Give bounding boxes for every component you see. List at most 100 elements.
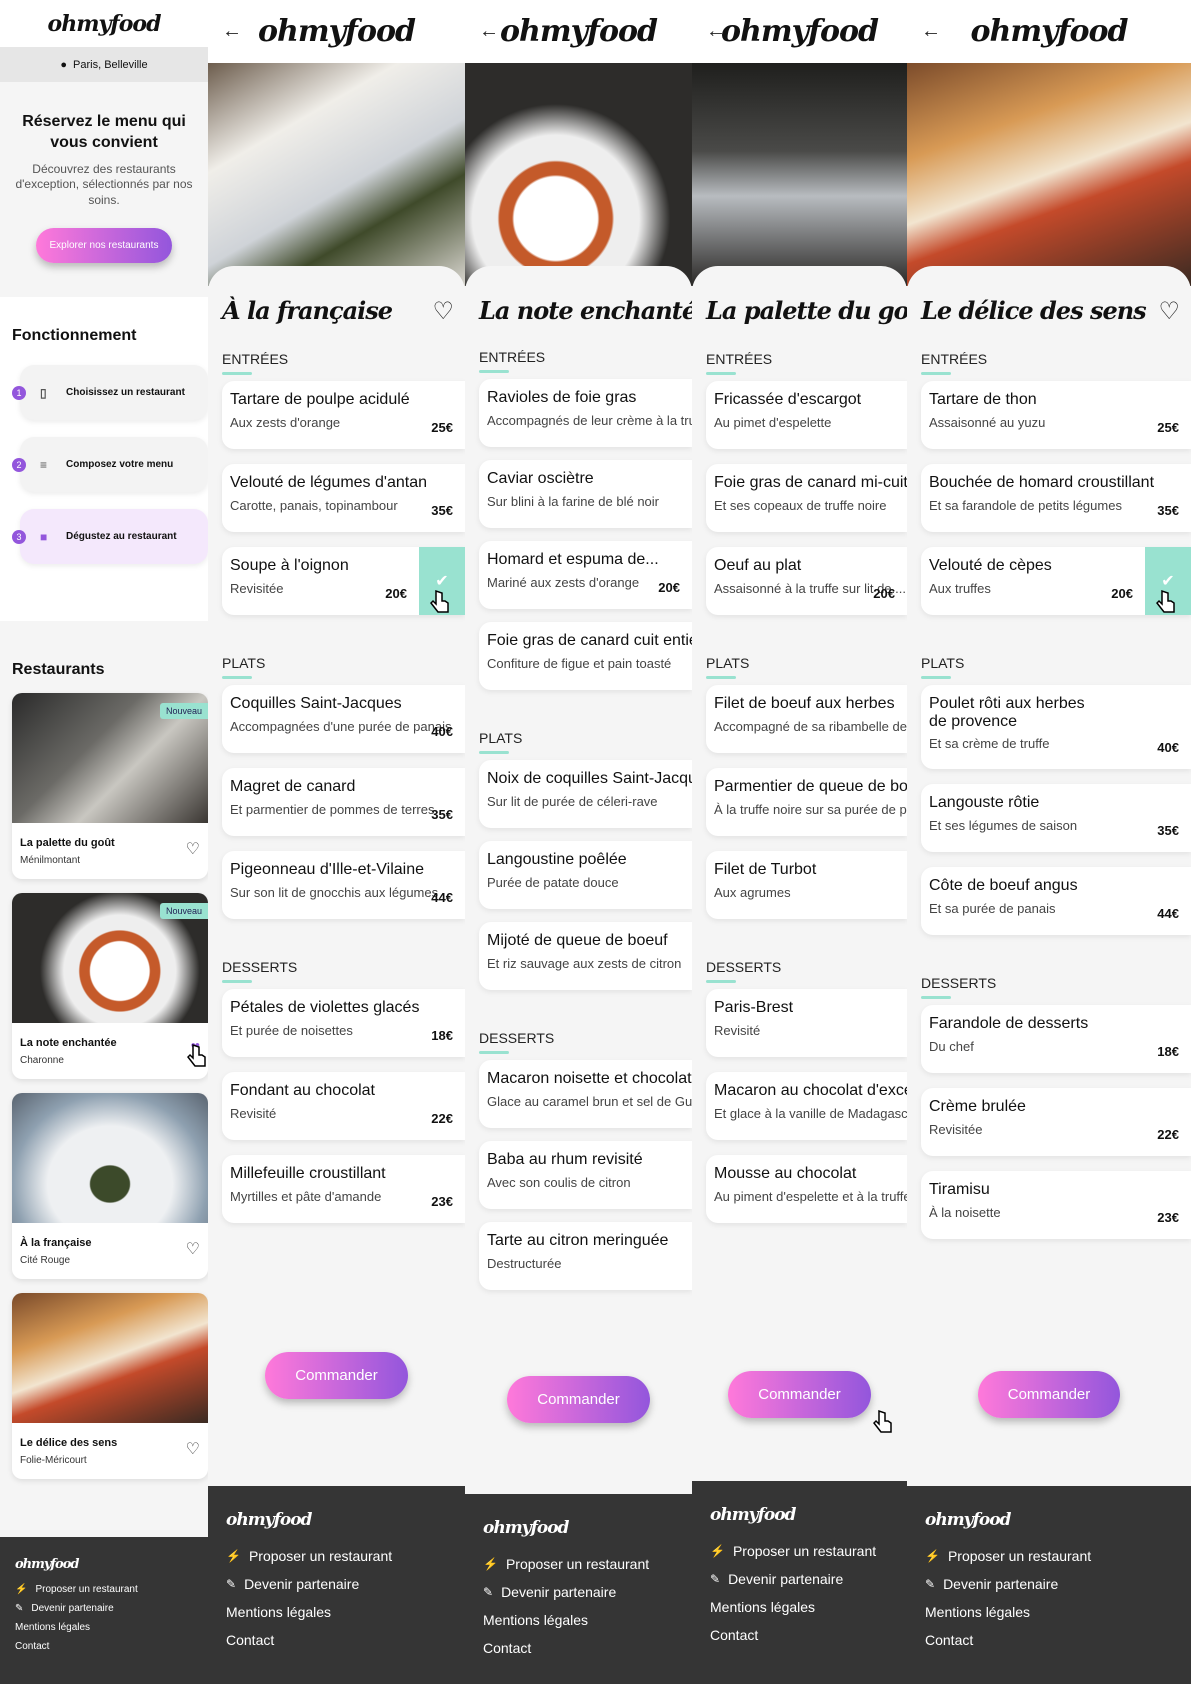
dish-card[interactable]: Tartare de thon Assaisonné au yuzu 25€ bbox=[921, 381, 1191, 449]
dish-description: Revisité bbox=[714, 1023, 761, 1039]
dish-card[interactable]: Millefeuille croustillant Myrtilles et pâ… bbox=[222, 1155, 465, 1223]
dish-card[interactable]: Filet de Turbot Aux agrumes bbox=[706, 851, 907, 919]
dish-card[interactable]: Langoustine poêlée Purée de patate douce bbox=[479, 841, 692, 909]
dish-card[interactable]: Parmentier de queue de boeuf À la truffe … bbox=[706, 768, 907, 836]
restaurant-card[interactable]: Nouveau La palette du goût Ménilmontant … bbox=[12, 693, 208, 879]
order-button[interactable]: Commander bbox=[265, 1352, 408, 1399]
logo[interactable]: ohmyfood bbox=[465, 14, 692, 49]
dish-card[interactable]: Velouté de cèpes Aux truffes 20€ ✔ bbox=[921, 547, 1191, 615]
back-arrow-icon[interactable]: ← bbox=[222, 20, 242, 43]
heart-icon[interactable]: ♡ bbox=[186, 839, 200, 859]
dish-card[interactable]: Langouste rôtie Et ses légumes de saison 3… bbox=[921, 784, 1191, 852]
footer-link[interactable]: Contact bbox=[710, 1627, 907, 1643]
dish-card[interactable]: Tartare de poulpe acidulé Aux zests d'ora… bbox=[222, 381, 465, 449]
section-title: DESSERTS bbox=[921, 975, 1191, 999]
footer-logo[interactable]: ohmyfood bbox=[226, 1510, 465, 1530]
dish-card[interactable]: Pétales de violettes glacés Et purée de n… bbox=[222, 989, 465, 1057]
dish-card[interactable]: Foie gras de canard mi-cuit Et ses copeau… bbox=[706, 464, 907, 532]
footer-link[interactable]: Contact bbox=[925, 1632, 1191, 1648]
footer-link[interactable]: Mentions légales bbox=[15, 1622, 208, 1633]
footer-link[interactable]: ✎ Devenir partenaire bbox=[226, 1576, 465, 1592]
dish-card[interactable]: Magret de canard Et parmentier de pommes … bbox=[222, 768, 465, 836]
dish-card[interactable]: Poulet rôti aux herbes de provence Et sa … bbox=[921, 685, 1191, 769]
footer-link[interactable]: ⚡ Proposer un restaurant bbox=[226, 1548, 465, 1564]
dish-price: 23€ bbox=[431, 1194, 453, 1209]
footer-link[interactable]: ⚡ Proposer un restaurant bbox=[925, 1548, 1191, 1564]
heart-icon[interactable]: ♡ bbox=[186, 1239, 200, 1259]
footer-link[interactable]: ✎ Devenir partenaire bbox=[15, 1603, 208, 1614]
dish-card[interactable]: Caviar osciètre Sur blini à la farine de … bbox=[479, 460, 692, 528]
footer-link[interactable]: Contact bbox=[483, 1640, 692, 1656]
handshake-icon: ✎ bbox=[925, 1577, 936, 1591]
dish-card[interactable]: Bouchée de homard croustillant Et sa fara… bbox=[921, 464, 1191, 532]
restaurant-card[interactable]: À la française Cité Rouge ♡ bbox=[12, 1093, 208, 1279]
footer-logo[interactable]: ohmyfood bbox=[483, 1518, 692, 1538]
dish-card[interactable]: Filet de boeuf aux herbes Accompagné de s… bbox=[706, 685, 907, 753]
back-arrow-icon[interactable]: ← bbox=[706, 20, 726, 43]
footer-link[interactable]: Mentions légales bbox=[710, 1599, 907, 1615]
footer-link[interactable]: ⚡ Proposer un restaurant bbox=[710, 1543, 907, 1559]
dish-card[interactable]: Oeuf au plat Assaisonné à la truffe sur l… bbox=[706, 547, 907, 615]
logo[interactable]: ohmyfood bbox=[48, 11, 162, 37]
dish-card[interactable]: Tiramisu À la noisette 23€ bbox=[921, 1171, 1191, 1239]
dish-card[interactable]: Macaron noisette et chocolat Glace au car… bbox=[479, 1060, 692, 1128]
hero-title: Réservez le menu qui vous convient bbox=[22, 113, 186, 151]
heart-icon[interactable]: ♡ bbox=[1158, 297, 1179, 325]
dish-card[interactable]: Paris-Brest Revisité bbox=[706, 989, 907, 1057]
dish-name: Foie gras de canard mi-cuit bbox=[714, 474, 907, 491]
dish-card[interactable]: Farandole de desserts Du chef 18€ bbox=[921, 1005, 1191, 1073]
dish-card[interactable]: Côte de boeuf angus Et sa purée de panais… bbox=[921, 867, 1191, 935]
order-button[interactable]: Commander bbox=[507, 1376, 650, 1423]
restaurant-card[interactable]: Nouveau La note enchantée Charonne ♥ bbox=[12, 893, 208, 1079]
dish-card[interactable]: Fondant au chocolat Revisité 22€ bbox=[222, 1072, 465, 1140]
dish-card[interactable]: Velouté de légumes d'antan Carotte, panai… bbox=[222, 464, 465, 532]
restaurant-card[interactable]: Le délice des sens Folie-Méricourt ♡ bbox=[12, 1293, 208, 1479]
how-title: Fonctionnement bbox=[12, 327, 137, 344]
footer-link[interactable]: ✎ Devenir partenaire bbox=[710, 1571, 907, 1587]
footer-link-label: Mentions légales bbox=[226, 1604, 332, 1620]
step-label: Composez votre menu bbox=[66, 459, 174, 470]
heart-icon[interactable]: ♡ bbox=[432, 297, 453, 325]
dish-card[interactable]: Coquilles Saint-Jacques Accompagnées d'un… bbox=[222, 685, 465, 753]
back-arrow-icon[interactable]: ← bbox=[921, 20, 941, 43]
header: ohmyfood bbox=[0, 0, 208, 47]
footer-logo[interactable]: ohmyfood bbox=[15, 1557, 208, 1572]
logo[interactable]: ohmyfood bbox=[208, 14, 465, 49]
dish-card[interactable]: Tarte au citron meringuée Destructurée bbox=[479, 1222, 692, 1290]
order-button[interactable]: Commander bbox=[728, 1371, 871, 1418]
dish-card[interactable]: Mousse au chocolat Au piment d'espelette … bbox=[706, 1155, 907, 1223]
footer-link[interactable]: ⚡ Proposer un restaurant bbox=[483, 1556, 692, 1572]
dish-card[interactable]: Noix de coquilles Saint-Jacques Sur lit d… bbox=[479, 760, 692, 828]
footer-logo[interactable]: ohmyfood bbox=[710, 1505, 907, 1525]
hero: Réservez le menu qui vous convient Décou… bbox=[0, 82, 208, 297]
footer-link[interactable]: Contact bbox=[15, 1641, 208, 1652]
dish-price: 44€ bbox=[431, 890, 453, 905]
dish-card[interactable]: Mijoté de queue de boeuf Et riz sauvage a… bbox=[479, 922, 692, 990]
dish-card[interactable]: Soupe à l'oignon Revisitée 20€ ✔ bbox=[222, 547, 465, 615]
footer-link[interactable]: ⚡ Proposer un restaurant bbox=[15, 1584, 208, 1595]
footer-link[interactable]: ✎ Devenir partenaire bbox=[483, 1584, 692, 1600]
order-button[interactable]: Commander bbox=[977, 1371, 1121, 1418]
dish-card[interactable]: Crème brulée Revisitée 22€ bbox=[921, 1088, 1191, 1156]
logo[interactable]: ohmyfood bbox=[907, 14, 1191, 49]
footer-link[interactable]: Mentions légales bbox=[483, 1612, 692, 1628]
back-arrow-icon[interactable]: ← bbox=[479, 20, 499, 43]
footer-link[interactable]: Mentions légales bbox=[226, 1604, 465, 1620]
footer-link[interactable]: Mentions légales bbox=[925, 1604, 1191, 1620]
footer-link[interactable]: Contact bbox=[226, 1632, 465, 1648]
dish-card[interactable]: Fricassée d'escargot Au pimet d'espelette bbox=[706, 381, 907, 449]
dish-card[interactable]: Foie gras de canard cuit entier Confiture… bbox=[479, 622, 692, 690]
heart-icon[interactable]: ♡ bbox=[186, 1439, 200, 1459]
dish-card[interactable]: Baba au rhum revisité Avec son coulis de … bbox=[479, 1141, 692, 1209]
dish-description: Et sa farandole de petits légumes bbox=[929, 498, 1122, 514]
dish-card[interactable]: Homard et espuma de... Mariné aux zests d… bbox=[479, 541, 692, 609]
dish-card[interactable]: Ravioles de foie gras Accompagnés de leur… bbox=[479, 379, 692, 447]
explore-button[interactable]: Explorer nos restaurants bbox=[35, 228, 173, 264]
dish-card[interactable]: Macaron au chocolat d'exception Et glace … bbox=[706, 1072, 907, 1140]
step-label: Dégustez au restaurant bbox=[66, 531, 177, 542]
footer-link[interactable]: ✎ Devenir partenaire bbox=[925, 1576, 1191, 1592]
dish-description: Et parmentier de pommes de terres bbox=[230, 802, 435, 818]
footer-logo[interactable]: ohmyfood bbox=[925, 1510, 1191, 1530]
dish-card[interactable]: Pigeonneau d'Ille-et-Vilaine Sur son lit … bbox=[222, 851, 465, 919]
location-bar: ● Paris, Belleville bbox=[0, 47, 208, 82]
